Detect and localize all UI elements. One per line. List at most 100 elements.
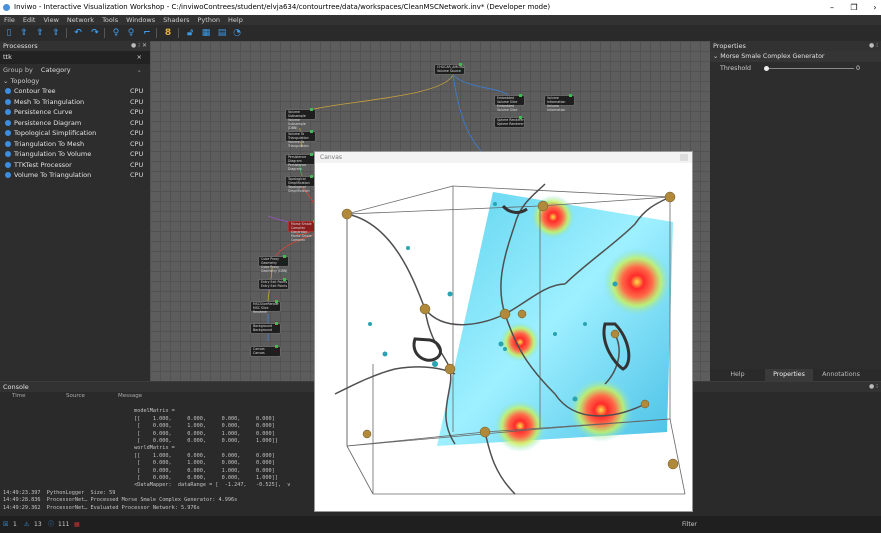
network-node[interactable]: Entry Exit Points Entry Exit Points	[258, 278, 289, 290]
processor-search-input[interactable]: ttk ×	[0, 51, 150, 64]
maximize-button[interactable]: ❐	[843, 0, 865, 15]
properties-tabs: Help Properties Annotations	[710, 369, 881, 381]
info-icon[interactable]: ⓘ	[48, 516, 54, 533]
processor-icon	[5, 161, 11, 168]
error-count: 1	[13, 521, 17, 528]
processor-name: Volume To Triangulation	[14, 171, 92, 179]
slider-handle[interactable]	[764, 66, 769, 71]
processor-name: Topological Simplification	[14, 129, 97, 137]
link-icon[interactable]: ♀	[125, 27, 137, 39]
new-file-icon[interactable]: ▯	[3, 27, 15, 39]
clear-search-button[interactable]: ×	[137, 51, 142, 64]
menu-shaders[interactable]: Shaders	[159, 15, 193, 25]
processor-item[interactable]: Triangulation To Volume CPU	[0, 149, 150, 160]
console-title: Console	[3, 383, 29, 391]
redo-icon[interactable]: ↷	[89, 27, 101, 39]
processor-item[interactable]: Persistence Diagram CPU	[0, 118, 150, 129]
save-icon[interactable]: ⇪	[34, 27, 46, 39]
menu-file[interactable]: File	[0, 15, 19, 25]
undo-icon[interactable]: ↶	[72, 27, 84, 39]
group-by-select[interactable]: Group by Category ⌄	[0, 64, 150, 77]
network-node[interactable]: Canvas Canvas	[250, 345, 281, 357]
node-sublabel: Volume Subsample (DBN)	[288, 118, 306, 130]
threshold-slider[interactable]	[764, 66, 854, 71]
processor-tag: CPU	[130, 87, 144, 95]
chevron-down-icon: ⌄	[3, 77, 11, 85]
tab-annotations[interactable]: Annotations	[813, 369, 869, 381]
node-label: Persistence Diagram	[288, 155, 307, 163]
node-sublabel: Background	[253, 328, 273, 332]
tab-properties[interactable]: Properties	[765, 369, 813, 381]
toolbar-divider	[66, 28, 67, 38]
node-sublabel: Volume To Triangulation	[288, 140, 309, 148]
close-icon[interactable]	[680, 154, 688, 161]
menu-network[interactable]: Network	[63, 15, 98, 25]
image-icon[interactable]: ▦	[200, 27, 212, 39]
open-icon[interactable]: ⇪	[18, 27, 30, 39]
menu-help[interactable]: Help	[224, 15, 247, 25]
processor-item[interactable]: Persistence Curve CPU	[0, 107, 150, 118]
title-bar: Inviwo - Interactive Visualization Works…	[0, 0, 881, 15]
info-count: 111	[58, 521, 70, 528]
processor-icon	[5, 172, 11, 178]
processor-tag: CPU	[130, 139, 144, 148]
processor-item[interactable]: Volume To Triangulation CPU	[0, 170, 150, 181]
threshold-property: Threshold 0	[710, 62, 881, 75]
canvas-window[interactable]: Canvas	[314, 151, 693, 512]
menu-windows[interactable]: Windows	[122, 15, 159, 25]
processor-item[interactable]: TTKTest Processor CPU	[0, 160, 150, 171]
extremum-hotspot	[569, 378, 633, 442]
menu-view[interactable]: View	[39, 15, 62, 25]
menu-python[interactable]: Python	[194, 15, 225, 25]
network-node[interactable]: Background Background	[250, 322, 281, 334]
menu-bar: File Edit View Network Tools Windows Shaders Py…	[0, 15, 881, 25]
error-icon[interactable]: ☒	[3, 516, 8, 533]
extremum-hotspot	[603, 248, 671, 316]
warning-icon[interactable]: ⚠	[24, 516, 29, 533]
search-value: ttk	[3, 53, 12, 61]
filter-label[interactable]: Filter	[682, 516, 697, 533]
network-node[interactable]: Topological Simplification Topological Si…	[285, 175, 316, 193]
select-icon[interactable]: ♀	[110, 27, 122, 39]
panel-controls[interactable]: ● ⁝	[869, 382, 878, 392]
network-node[interactable]: CHGCAR_AMGRD Volume Source	[434, 63, 465, 75]
network-node[interactable]: Volume To Triangulation Volume To Triangu…	[285, 130, 316, 148]
panel-controls[interactable]: ● ⁝ ✕	[131, 41, 147, 51]
lock-icon[interactable]: 🔓︎	[184, 27, 196, 39]
processor-item[interactable]: Topological Simplification CPU	[0, 128, 150, 139]
tab-help[interactable]: Help	[710, 369, 765, 381]
network-node[interactable]: Volume Subsample Volume Subsample (DBN)	[285, 108, 316, 130]
clear-log-icon[interactable]: ▦	[74, 516, 80, 533]
menu-tools[interactable]: Tools	[98, 15, 122, 25]
pin-icon[interactable]: ⌐	[141, 27, 153, 39]
save-as-icon[interactable]: ⇪	[50, 27, 62, 39]
processor-item[interactable]: Mesh To Triangulation CPU	[0, 97, 150, 108]
info-icon[interactable]: 8	[162, 27, 174, 39]
network-node[interactable]: Cube Proxy Geometry Cube Proxy Geometry (…	[258, 255, 289, 273]
topology-category[interactable]: ⌄ Topology	[0, 77, 150, 86]
network-node[interactable]: Persistence Diagram Persistence Diagram	[285, 153, 316, 171]
canvas-titlebar[interactable]: Canvas	[315, 152, 692, 163]
menu-edit[interactable]: Edit	[19, 15, 40, 25]
layout-icon[interactable]: ▤	[216, 27, 228, 39]
network-node[interactable]: MSCSliceRender MSC Slice Renderer	[250, 300, 281, 314]
network-node[interactable]: Embedded Volume Slice Embedded Volume Sli…	[494, 94, 525, 112]
network-node[interactable]: Sphere Renderer Sphere Renderer	[494, 116, 525, 128]
processor-item[interactable]: Triangulation To Mesh CPU	[0, 139, 150, 150]
panel-controls[interactable]: ● ⁝	[869, 41, 878, 51]
extremum-hotspot	[500, 322, 540, 362]
close-button[interactable]: ›	[864, 0, 881, 15]
rendered-volume-view[interactable]	[315, 164, 692, 512]
processor-name: TTKTest Processor	[14, 160, 72, 169]
col-message: Message	[118, 393, 143, 399]
node-sublabel: Cube Proxy Geometry (DBN)	[261, 265, 288, 273]
minimize-button[interactable]: –	[821, 0, 843, 15]
timer-icon[interactable]: ◔	[231, 27, 243, 39]
network-node[interactable]: Volume Information Volume Information	[544, 94, 575, 112]
threshold-value[interactable]: 0	[856, 62, 860, 75]
processor-item[interactable]: Contour Tree CPU	[0, 86, 150, 97]
processor-icon	[5, 151, 11, 157]
node-label: Volume To Triangulation	[288, 132, 309, 140]
property-section[interactable]: ⌄ Morse Smale Complex Generator	[710, 51, 881, 62]
processor-icon	[5, 119, 11, 126]
